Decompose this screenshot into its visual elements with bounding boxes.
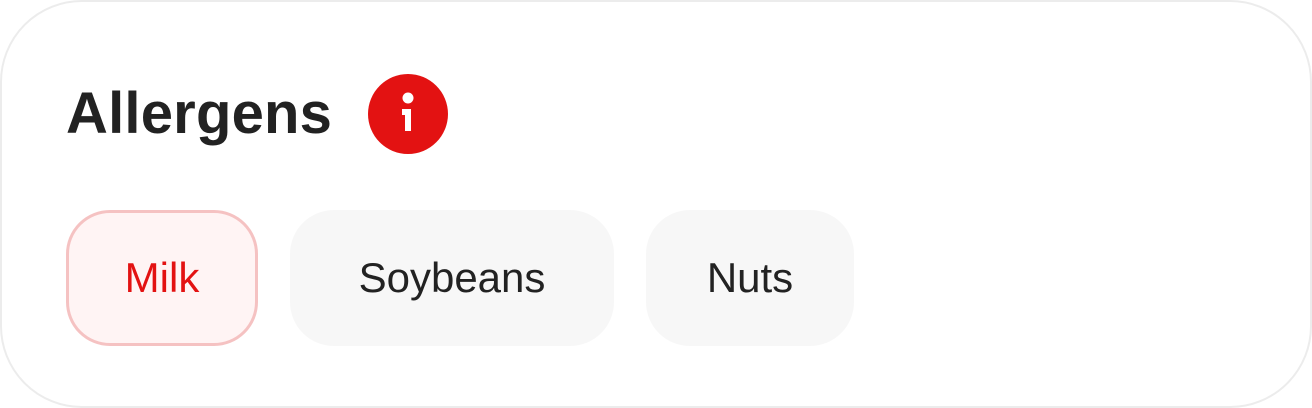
allergen-chip-list: Milk Soybeans Nuts	[66, 210, 854, 346]
allergen-chip-nuts[interactable]: Nuts	[646, 210, 854, 346]
allergen-chip-label: Soybeans	[358, 254, 546, 301]
allergen-chip-label: Milk	[124, 254, 200, 301]
allergen-chip-soybeans[interactable]: Soybeans	[290, 210, 614, 346]
info-icon[interactable]	[368, 74, 449, 154]
section-title: Allergens	[66, 81, 333, 146]
allergens-header: Allergens	[66, 74, 449, 154]
allergens-card: Allergens Milk Soybeans Nuts	[0, 0, 1312, 408]
allergen-chip-label: Nuts	[706, 254, 794, 301]
allergen-chip-milk[interactable]: Milk	[66, 210, 258, 346]
